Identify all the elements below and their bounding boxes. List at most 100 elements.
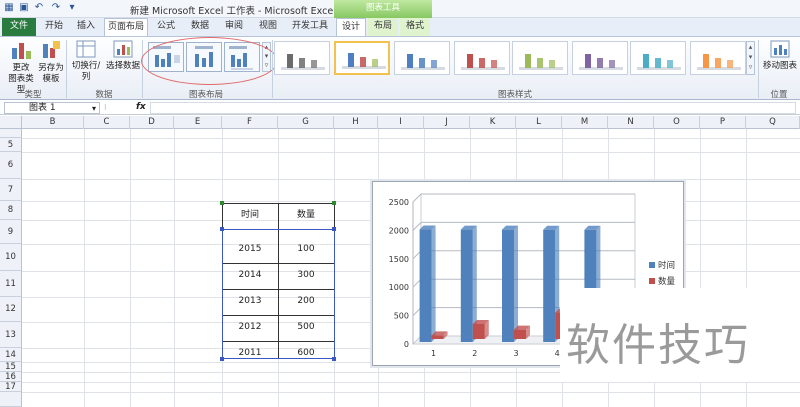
watermark-text: 软件技巧	[566, 320, 750, 371]
change-chart-type-button[interactable]: 更改 图表类型	[6, 40, 36, 95]
y-tick-label: 1500	[389, 255, 409, 264]
tab-format[interactable]: 格式	[400, 18, 430, 36]
tab-file[interactable]: 文件	[2, 18, 36, 36]
column-header-E[interactable]: E	[174, 116, 222, 129]
style-sample-bar	[299, 58, 305, 68]
y-tick-label: 2500	[389, 198, 409, 207]
styles-gallery-scroll[interactable]: ▴ ▾ ▿	[746, 41, 755, 75]
range-handle[interactable]	[220, 357, 224, 361]
column-header-K[interactable]: K	[470, 116, 516, 129]
chart-style-7[interactable]	[630, 41, 686, 75]
move-chart-label: 移动图表	[762, 61, 797, 71]
group-label-styles: 图表样式	[497, 90, 532, 100]
tab-review[interactable]: 审阅	[220, 18, 248, 36]
row-header-9[interactable]: 9	[0, 220, 22, 244]
row-header-11[interactable]: 11	[0, 271, 22, 297]
tab-layout[interactable]: 布局	[368, 18, 398, 36]
style-sample-bar	[491, 60, 497, 68]
column-header-Q[interactable]: Q	[746, 116, 800, 129]
group-label-location: 位置	[770, 90, 788, 100]
range-handle[interactable]	[220, 201, 224, 205]
tab-view[interactable]: 视图	[254, 18, 282, 36]
row-header-12[interactable]: 12	[0, 297, 22, 322]
chart-style-6[interactable]	[572, 41, 628, 75]
style-sample-bar	[667, 60, 673, 68]
row-header-6[interactable]: 6	[0, 152, 22, 179]
range-handle[interactable]	[332, 357, 336, 361]
column-header-I[interactable]: I	[378, 116, 424, 129]
name-box[interactable]: 图表 1 ▾	[4, 102, 100, 114]
formula-bar-resize-icon[interactable]: ⁝	[104, 101, 118, 115]
row-header-13[interactable]: 13	[0, 322, 22, 348]
tab-data[interactable]: 数据	[186, 18, 214, 36]
tab-formulas[interactable]: 公式	[152, 18, 180, 36]
chart-style-4[interactable]	[454, 41, 510, 75]
column-header-L[interactable]: L	[516, 116, 562, 129]
row-header-7[interactable]: 7	[0, 179, 22, 201]
column-header-J[interactable]: J	[424, 116, 470, 129]
gridline-horizontal	[22, 392, 800, 393]
highlight-oval	[141, 37, 278, 85]
gridline-horizontal	[22, 138, 800, 139]
row-header-16[interactable]: 16	[0, 372, 22, 382]
style-sample-bar	[597, 58, 603, 68]
row-header-4[interactable]: 4	[0, 129, 22, 149]
tab-home[interactable]: 开始	[40, 18, 68, 36]
range-handle[interactable]	[220, 227, 224, 231]
style-sample-bar	[372, 59, 378, 67]
chart-style-3[interactable]	[394, 41, 450, 75]
row-header-5[interactable]: 5	[0, 138, 22, 152]
row-header-more[interactable]	[0, 392, 22, 407]
chart-style-2[interactable]	[334, 41, 390, 75]
customize-qat-icon[interactable]: ▾	[66, 2, 78, 14]
select-data-button[interactable]: 选择数据	[106, 40, 140, 86]
row-header-17[interactable]: 17	[0, 382, 22, 392]
legend-swatch-2	[649, 278, 655, 284]
chart-style-8[interactable]	[690, 41, 746, 75]
row-header-15[interactable]: 15	[0, 362, 22, 372]
range-handle[interactable]	[332, 201, 336, 205]
column-header-P[interactable]: P	[700, 116, 746, 129]
column-header-O[interactable]: O	[654, 116, 700, 129]
row-header-14[interactable]: 14	[0, 348, 22, 362]
style-sample-bar	[703, 54, 709, 68]
column-header-D[interactable]: D	[130, 116, 174, 129]
row-header-10[interactable]: 10	[0, 244, 22, 271]
save-icon[interactable]: ▣	[18, 2, 30, 14]
column-header-H[interactable]: H	[334, 116, 378, 129]
undo-icon[interactable]: ↶	[33, 2, 45, 14]
chart-style-1[interactable]	[274, 41, 330, 75]
tab-page-layout[interactable]: 页面布局	[104, 18, 148, 36]
row-header-8[interactable]: 8	[0, 201, 22, 220]
name-box-dropdown-icon[interactable]: ▾	[92, 103, 96, 114]
column-header-C[interactable]: C	[84, 116, 130, 129]
style-sample-bar	[549, 60, 555, 68]
move-chart-button[interactable]: 移动图表	[762, 40, 798, 86]
save-template-label-2: 模板	[42, 74, 60, 84]
tab-design[interactable]: 设计	[336, 18, 366, 36]
bar-time-4	[543, 229, 556, 342]
switch-row-column-button[interactable]: 切换行/列	[68, 40, 104, 86]
style-sample-bar	[431, 60, 437, 68]
range-handle[interactable]	[332, 227, 336, 231]
legend-label-1: 时间	[658, 260, 675, 271]
bar-time-1	[419, 229, 432, 342]
select-all-corner[interactable]	[0, 116, 22, 129]
style-sample-bar	[525, 54, 531, 68]
column-header-F[interactable]: F	[222, 116, 278, 129]
column-header-B[interactable]: B	[22, 116, 84, 129]
redo-icon[interactable]: ↷	[50, 2, 62, 14]
insert-function-icon[interactable]: fx	[136, 101, 146, 114]
selection-range-outline	[222, 229, 335, 359]
column-header-N[interactable]: N	[608, 116, 654, 129]
x-tick-label: 4	[555, 349, 560, 358]
legend-label-2: 数量	[658, 276, 676, 287]
style-sample-bar	[348, 53, 354, 67]
chart-style-5[interactable]	[512, 41, 568, 75]
column-header-M[interactable]: M	[562, 116, 608, 129]
tab-insert[interactable]: 插入	[72, 18, 100, 36]
formula-input[interactable]	[150, 102, 796, 114]
column-header-G[interactable]: G	[278, 116, 334, 129]
save-as-template-button[interactable]: 另存为 模板	[38, 40, 64, 88]
tab-developer[interactable]: 开发工具	[288, 18, 332, 36]
